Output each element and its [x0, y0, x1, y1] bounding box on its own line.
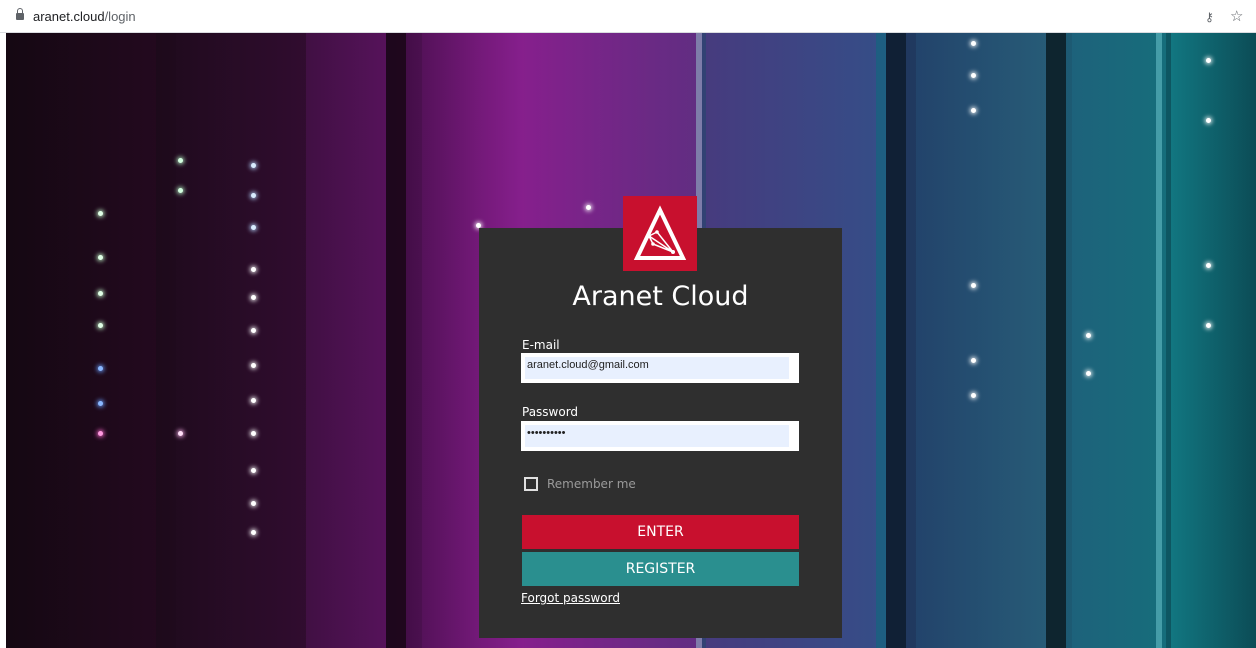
address-bar[interactable]: aranet.cloud/login ⚷ ☆ [0, 0, 1256, 33]
password-field[interactable] [527, 426, 777, 439]
enter-button[interactable]: ENTER [522, 515, 799, 549]
lock-icon[interactable] [16, 8, 24, 20]
url-host: aranet.cloud [33, 9, 105, 24]
url-text[interactable]: aranet.cloud/login [33, 9, 136, 24]
register-button[interactable]: REGISTER [522, 552, 799, 586]
password-label: Password [522, 405, 579, 419]
email-field-frame[interactable] [521, 353, 799, 383]
page-title: Aranet Cloud [572, 281, 749, 312]
key-icon[interactable]: ⚷ [1205, 10, 1214, 24]
forgot-password-link[interactable]: Forgot password [521, 591, 620, 605]
remember-me[interactable]: Remember me [524, 477, 636, 491]
email-label: E-mail [522, 338, 560, 352]
remember-me-checkbox[interactable] [524, 477, 538, 491]
star-icon[interactable]: ☆ [1230, 7, 1243, 25]
url-path: /login [104, 9, 136, 24]
password-field-frame[interactable] [521, 421, 799, 451]
aranet-logo-icon [623, 196, 697, 271]
remember-me-label[interactable]: Remember me [547, 477, 636, 491]
email-field[interactable] [527, 358, 777, 371]
